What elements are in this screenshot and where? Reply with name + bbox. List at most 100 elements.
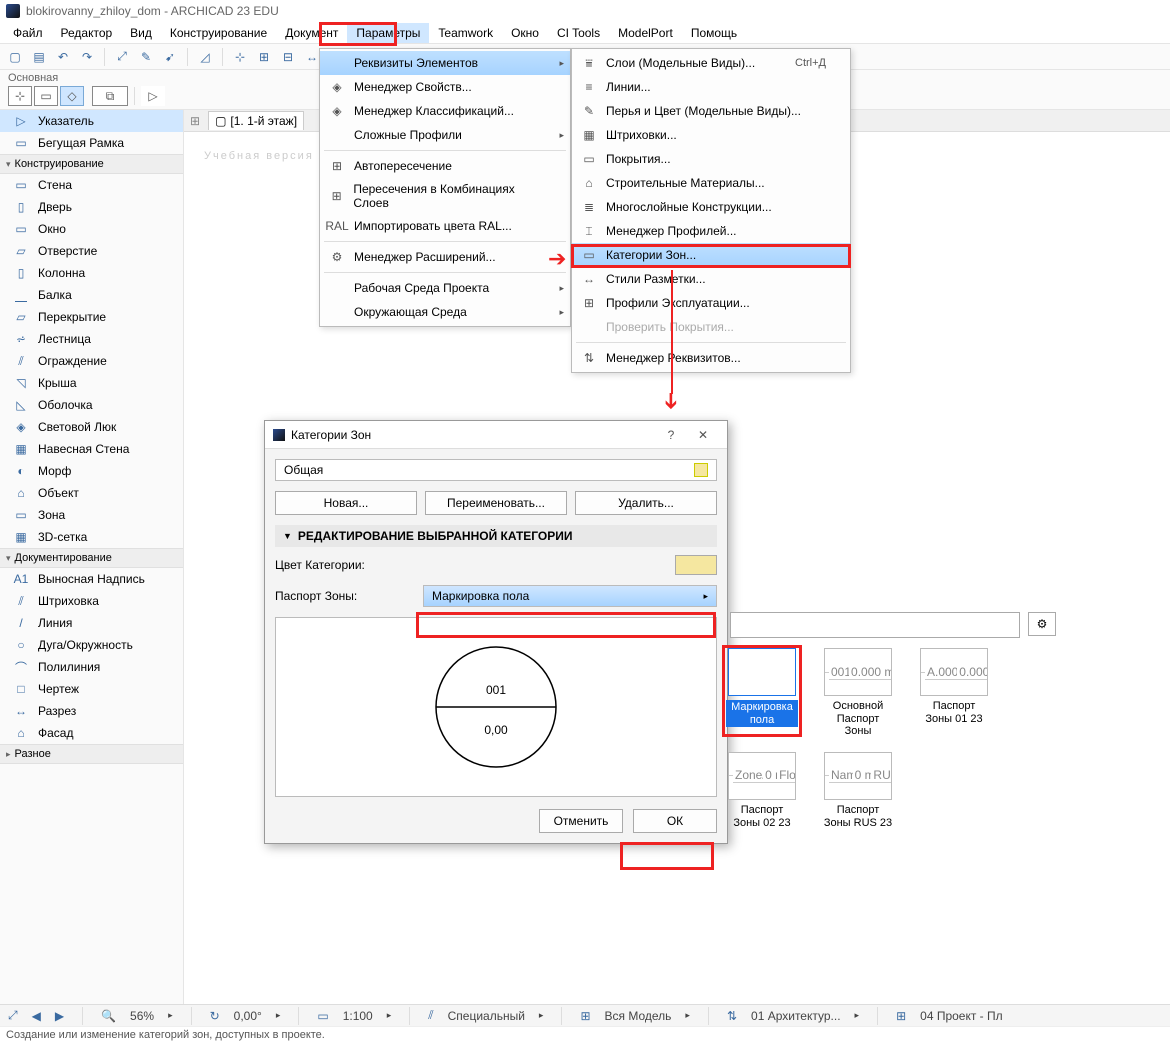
- tab-floor-1[interactable]: ▢ [1. 1-й этаж]: [208, 111, 304, 130]
- tool-Балка[interactable]: ⎽Балка: [0, 284, 183, 306]
- layer-icon[interactable]: ⇅: [727, 1009, 737, 1023]
- snap1-icon[interactable]: ⊹: [229, 46, 251, 68]
- menu-ci tools[interactable]: CI Tools: [548, 23, 609, 43]
- tool-Оболочка[interactable]: ◺Оболочка: [0, 394, 183, 416]
- menu-item--[interactable]: ▭Покрытия...: [572, 147, 850, 171]
- stamp-thumb-Паспорт-Зоны-RUS-23[interactable]: Name0 m²RUSПаспорт Зоны RUS 23: [822, 752, 894, 829]
- scale-icon[interactable]: ▭: [317, 1009, 328, 1023]
- tool-Перекрытие[interactable]: ▱Перекрытие: [0, 306, 183, 328]
- menu-вид[interactable]: Вид: [121, 23, 161, 43]
- ok-button[interactable]: ОК: [633, 809, 717, 833]
- tool-Стена[interactable]: ▭Стена: [0, 174, 183, 196]
- menu-item--RAL-[interactable]: RALИмпортировать цвета RAL...: [320, 214, 570, 238]
- stamp-thumb-Паспорт-Зоны-02-23[interactable]: Zone/Name0 m²FloorsПаспорт Зоны 02 23: [726, 752, 798, 829]
- menu-помощь[interactable]: Помощь: [682, 23, 746, 43]
- tool-Бегущая Рамка[interactable]: ▭Бегущая Рамка: [0, 132, 183, 154]
- category-name-field[interactable]: Общая: [275, 459, 717, 481]
- model-icon[interactable]: ⊞: [580, 1009, 590, 1023]
- tool-Крыша[interactable]: ◹Крыша: [0, 372, 183, 394]
- tool-Окно[interactable]: ▭Окно: [0, 218, 183, 240]
- tool-Чертеж[interactable]: □Чертеж: [0, 678, 183, 700]
- tool-Отверстие[interactable]: ▱Отверстие: [0, 240, 183, 262]
- menu-item--[interactable]: ⊞Автопересечение: [320, 154, 570, 178]
- measure-icon[interactable]: ⤢: [111, 46, 133, 68]
- new-category-button[interactable]: Новая...: [275, 491, 417, 515]
- tool-group-3[interactable]: ▸Разное: [0, 744, 183, 764]
- eyedrop-icon[interactable]: ✎: [135, 46, 157, 68]
- angle-value[interactable]: 0,00°: [234, 1009, 262, 1023]
- menu-item--[interactable]: ⩸Слои (Модельные Виды)...Ctrl+Д: [572, 51, 850, 75]
- cancel-button[interactable]: Отменить: [539, 809, 623, 833]
- tool-Морф[interactable]: ◐Морф: [0, 460, 183, 482]
- menu-конструирование[interactable]: Конструирование: [161, 23, 276, 43]
- menu-item--[interactable]: ✎Перья и Цвет (Модельные Виды)...: [572, 99, 850, 123]
- axis-icon[interactable]: ◿: [194, 46, 216, 68]
- stamp-thumb-Паспорт-Зоны-01-23[interactable]: A.0000m²0.000 m²Паспорт Зоны 01 23: [918, 648, 990, 738]
- tool-3D-сетка[interactable]: ▦3D-сетка: [0, 526, 183, 548]
- new-icon[interactable]: ▢: [4, 46, 26, 68]
- menu-item--[interactable]: ⌶Менеджер Профилей...: [572, 219, 850, 243]
- zoom-value[interactable]: 56%: [130, 1009, 154, 1023]
- menu-item--[interactable]: ▭Категории Зон...: [572, 243, 850, 267]
- stamp-settings-button[interactable]: ⚙: [1028, 612, 1056, 636]
- stamp-search-field[interactable]: [730, 612, 1020, 638]
- tool-Зона[interactable]: ▭Зона: [0, 504, 183, 526]
- zoom-next-icon[interactable]: ▶: [55, 1009, 64, 1023]
- menu-item--[interactable]: ▦Штриховки...: [572, 123, 850, 147]
- tool-group-2[interactable]: ▾Документирование: [0, 548, 183, 568]
- menu-item--[interactable]: ◈Менеджер Свойств...: [320, 75, 570, 99]
- syringe-icon[interactable]: ➹: [159, 46, 181, 68]
- tool-Дуга/Окружность[interactable]: ○Дуга/Окружность: [0, 634, 183, 656]
- category-color-picker[interactable]: [675, 555, 717, 575]
- menu-документ[interactable]: Документ: [276, 23, 347, 43]
- penset-icon[interactable]: ⫽: [428, 1008, 433, 1023]
- scale-value[interactable]: 1:100: [343, 1009, 373, 1023]
- geom-mode-4[interactable]: ⧉: [92, 86, 128, 106]
- menu-item--[interactable]: ⊞Пересечения в Комбинациях Слоев: [320, 178, 570, 214]
- tool-group-1[interactable]: ▾Конструирование: [0, 154, 183, 174]
- menu-окно[interactable]: Окно: [502, 23, 548, 43]
- menu-item--[interactable]: ⊞Профили Эксплуатации...: [572, 291, 850, 315]
- menu-item--[interactable]: ⌂Строительные Материалы...: [572, 171, 850, 195]
- stamp-thumb-Маркировка-пола[interactable]: Маркировка пола: [726, 648, 798, 738]
- tool-Объект[interactable]: ⌂Объект: [0, 482, 183, 504]
- menu-item--[interactable]: ◈Менеджер Классификаций...: [320, 99, 570, 123]
- menu-modelport[interactable]: ModelPort: [609, 23, 682, 43]
- menu-item--[interactable]: ⇅Менеджер Реквизитов...: [572, 346, 850, 370]
- menu-item--[interactable]: Сложные Профили▸: [320, 123, 570, 147]
- snap2-icon[interactable]: ⊞: [253, 46, 275, 68]
- tool-Дверь[interactable]: ▯Дверь: [0, 196, 183, 218]
- undo-icon[interactable]: ↶: [52, 46, 74, 68]
- dialog-close-button[interactable]: ✕: [687, 423, 719, 447]
- geom-mode-3[interactable]: ◇: [60, 86, 84, 106]
- tool-Линия[interactable]: /Линия: [0, 612, 183, 634]
- open-icon[interactable]: ▤: [28, 46, 50, 68]
- tool-Штриховка[interactable]: ⫽Штриховка: [0, 590, 183, 612]
- dialog-help-button[interactable]: ?: [655, 423, 687, 447]
- tool-Колонна[interactable]: ▯Колонна: [0, 262, 183, 284]
- menu-item--[interactable]: ≡Линии...: [572, 75, 850, 99]
- tool-Указатель[interactable]: ▷Указатель: [0, 110, 183, 132]
- menu-item--[interactable]: Реквизиты Элементов▸: [320, 51, 570, 75]
- menu-редактор[interactable]: Редактор: [52, 23, 122, 43]
- tool-Разрез[interactable]: ↔Разрез: [0, 700, 183, 722]
- zoom-prev-icon[interactable]: ◀: [32, 1009, 41, 1023]
- layout-value[interactable]: 04 Проект - Пл: [920, 1009, 1003, 1023]
- snap3-icon[interactable]: ⊟: [277, 46, 299, 68]
- menu-item--[interactable]: Окружающая Среда▸: [320, 300, 570, 324]
- tool-Выносная Надпись[interactable]: A1Выносная Надпись: [0, 568, 183, 590]
- penset-value[interactable]: Специальный: [448, 1009, 525, 1023]
- menu-параметры[interactable]: Параметры: [347, 23, 429, 43]
- tab-grid-icon[interactable]: ⊞: [190, 114, 200, 128]
- model-value[interactable]: Вся Модель: [605, 1009, 672, 1023]
- zone-passport-dropdown[interactable]: Маркировка пола ▸: [423, 585, 717, 607]
- menu-item--[interactable]: ⚙Менеджер Расширений...: [320, 245, 570, 269]
- cursor-mode[interactable]: ▷: [141, 86, 165, 106]
- layer-value[interactable]: 01 Архитектур...: [751, 1009, 841, 1023]
- tool-Навесная Стена[interactable]: ▦Навесная Стена: [0, 438, 183, 460]
- menu-teamwork[interactable]: Teamwork: [429, 23, 502, 43]
- zoom-icon[interactable]: 🔍: [101, 1009, 116, 1023]
- geom-mode-2[interactable]: ▭: [34, 86, 58, 106]
- menu-item--[interactable]: Рабочая Среда Проекта▸: [320, 276, 570, 300]
- rename-category-button[interactable]: Переименовать...: [425, 491, 567, 515]
